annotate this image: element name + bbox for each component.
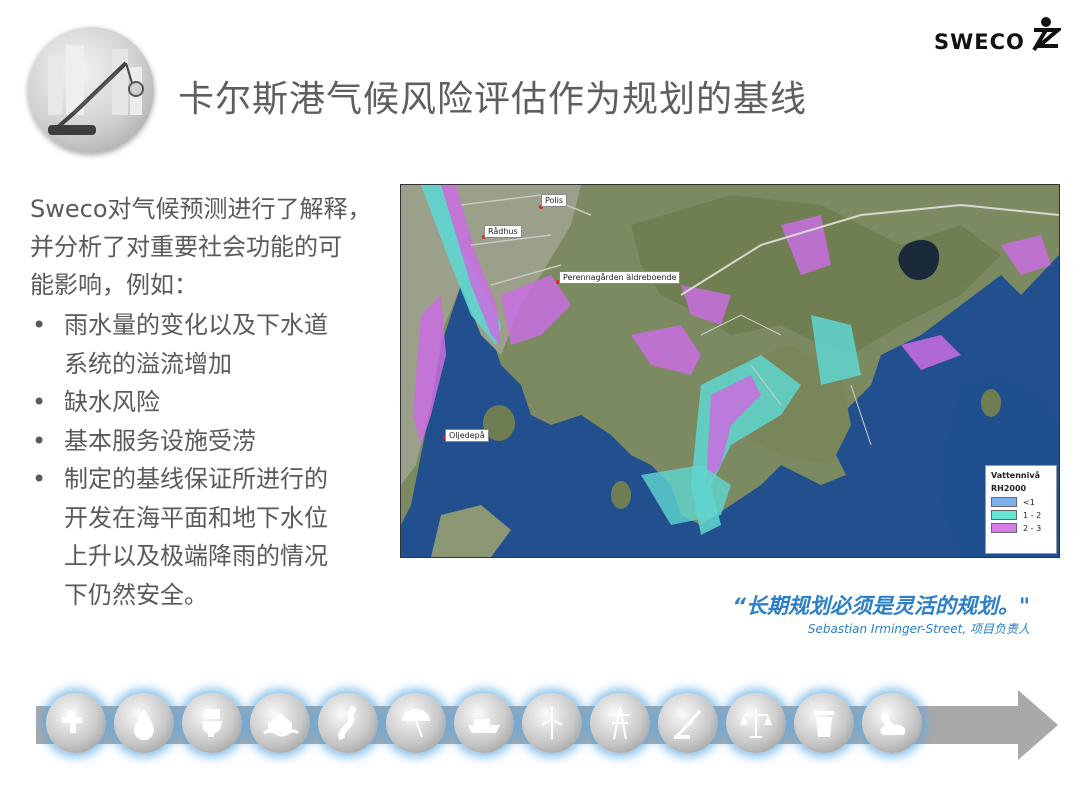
intro-line: 能影响，例如：: [30, 271, 198, 299]
page-title: 卡尔斯港气候风险评估作为规划的基线: [178, 79, 808, 120]
legend-label: 2 - 3: [1023, 523, 1042, 533]
bullet-line: 雨水量的变化以及下水道: [64, 311, 328, 339]
legend-item: 2 - 3: [986, 520, 1056, 533]
bullet-dot: •: [32, 465, 47, 493]
power-pylon-icon: [590, 693, 650, 753]
legend-subtitle: RH2000: [991, 484, 1027, 493]
wind-turbine-icon: [522, 693, 582, 753]
beach-umbrella-icon: [386, 693, 446, 753]
swan-icon: [862, 693, 922, 753]
trash-bin-icon: [794, 693, 854, 753]
bullet-line: 缺水风险: [64, 388, 160, 416]
ship-icon: [454, 693, 514, 753]
legend-item: <1: [986, 494, 1056, 507]
water-drop-icon: [114, 693, 174, 753]
intro-text: Sweco对气候预测进行了解释， 并分析了对重要社会功能的可 能影响，例如：: [30, 190, 390, 304]
bullet-dot: •: [32, 426, 47, 455]
toilet-icon: [182, 693, 242, 753]
bullet-line: 上升以及极端降雨的情况: [64, 542, 328, 570]
crane-icon: [658, 693, 718, 753]
map-legend: Vattennivå RH2000 <1 1 - 2 2 - 3: [985, 465, 1057, 554]
bullet-item: • 制定的基线保证所进行的 开发在海平面和地下水位 上升以及极端降雨的情况 下仍…: [30, 460, 390, 614]
map-label-perenna: Perennagården äldreboende: [559, 271, 681, 284]
logo-text: SWECO: [934, 30, 1025, 54]
sweco-logo: SWECO: [934, 14, 1061, 54]
intro-line: Sweco对气候预测进行了解释，: [30, 195, 372, 223]
flood-house-icon: [250, 693, 310, 753]
map-label-oljedepa: Oljedepå: [445, 429, 489, 442]
bullet-line: 基本服务设施受涝: [64, 426, 256, 455]
flood-risk-map: Polis Rådhus Perennagården äldreboende O…: [400, 184, 1060, 558]
road-icon: [318, 693, 378, 753]
bullet-line: 制定的基线保证所进行的: [64, 465, 328, 493]
bullet-item: • 基本服务设施受涝: [30, 422, 390, 461]
legend-title: Vattennivå: [991, 471, 1040, 480]
bullet-line: 开发在海平面和地下水位: [64, 503, 328, 532]
faucet-icon: [46, 693, 106, 753]
map-label-radhus: Rådhus: [484, 225, 522, 238]
bullet-dot: •: [32, 388, 47, 416]
map-graphic: [401, 185, 1059, 557]
scales-icon: [726, 693, 786, 753]
slide: 卡尔斯港气候风险评估作为规划的基线 SWECO Sweco对气候预测进行了解释，…: [0, 0, 1080, 809]
legend-label: <1: [1023, 497, 1035, 507]
bullet-line: 下仍然安全。: [64, 580, 208, 609]
legend-swatch: [991, 497, 1017, 507]
legend-item: 1 - 2: [986, 507, 1056, 520]
intro-line: 并分析了对重要社会功能的可: [30, 233, 342, 261]
legend-label: 1 - 2: [1023, 510, 1042, 520]
bullet-line: 系统的溢流增加: [64, 349, 232, 378]
quote-author: Sebastian Irminger-Street, 项目负责人: [807, 622, 1030, 636]
crane-city-icon: [28, 27, 154, 153]
sweco-figure-icon: [1032, 17, 1061, 52]
legend-swatch: [991, 523, 1017, 533]
map-label-polis: Polis: [541, 194, 568, 207]
quote-text: “长期规划必须是灵活的规划。": [732, 594, 1030, 618]
bullet-list: • 雨水量的变化以及下水道 系统的溢流增加 • 缺水风险 • 基本服务设施受涝 …: [30, 306, 390, 614]
arrow-head-icon: [1018, 690, 1058, 760]
bullet-dot: •: [32, 311, 47, 339]
bullet-item: • 缺水风险: [30, 383, 390, 422]
bullet-item: • 雨水量的变化以及下水道 系统的溢流增加: [30, 306, 390, 383]
legend-swatch: [991, 510, 1017, 520]
